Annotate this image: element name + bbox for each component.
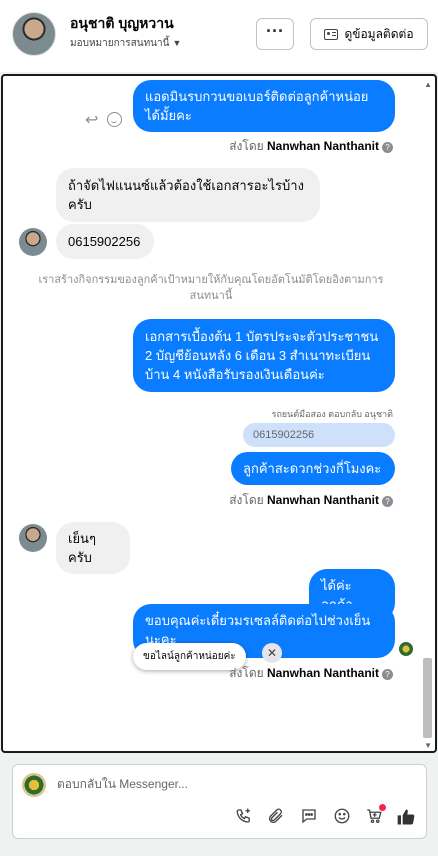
sender-name: Nanwhan Nanthanit (266, 493, 379, 507)
seen-avatar (399, 642, 413, 656)
reply-input[interactable] (57, 777, 397, 791)
system-message: เราสร้างกิจกรรมของลูกค้าเป้าหมายให้กับคุ… (38, 274, 384, 302)
sender-name: Nanwhan Nanthanit (266, 666, 379, 680)
message-incoming[interactable]: ถ้าจัดไฟแนนซ์แล้วต้องใช้เอกสารอะไรบ้างคร… (56, 168, 320, 222)
more-options-button[interactable]: ··· (256, 18, 294, 50)
thumbs-up-icon[interactable] (395, 807, 417, 829)
page-avatar (22, 773, 46, 797)
thread-scrollbar[interactable]: ▲ ▼ (423, 80, 433, 750)
message-incoming[interactable]: 0615902256 (56, 224, 154, 259)
sent-by-label: ส่งโดย Nanwhan Nanthanit? (229, 664, 393, 683)
reply-icon[interactable]: ↩ (85, 110, 98, 130)
help-icon[interactable]: ? (382, 142, 393, 153)
sent-by-prefix: ส่งโดย (229, 139, 264, 153)
phone-plus-icon[interactable] (233, 807, 255, 829)
contact-name[interactable]: อนุชาติ บุญหวาน (70, 13, 174, 35)
contact-card-icon (324, 28, 339, 40)
sender-name: Nanwhan Nanthanit (266, 139, 379, 153)
message-thread[interactable]: ↩ แอดมินรบกวนขอเบอร์ติดต่อลูกค้าหน่อยได้… (1, 74, 437, 753)
conversation-header: อนุชาติ บุญหวาน มอบหมายการสนทนานี้ ▼ ··· … (0, 0, 438, 72)
contact-avatar-small (19, 228, 47, 256)
view-contact-button[interactable]: ดูข้อมูลติดต่อ (310, 18, 428, 50)
view-contact-label: ดูข้อมูลติดต่อ (344, 26, 414, 41)
scrollbar-thumb[interactable] (423, 658, 432, 738)
assign-label: มอบหมายการสนทนานี้ (70, 38, 170, 49)
message-outgoing[interactable]: แอดมินรบกวนขอเบอร์ติดต่อลูกค้าหน่อยได้มั… (133, 80, 395, 132)
help-icon[interactable]: ? (382, 669, 393, 680)
close-icon[interactable]: ✕ (262, 643, 282, 663)
smile-icon[interactable] (331, 807, 353, 829)
reply-composer (12, 764, 427, 839)
message-incoming[interactable]: เย็นๆครับ (56, 522, 130, 574)
sent-by-label: ส่งโดย Nanwhan Nanthanit? (229, 137, 393, 156)
react-icon[interactable] (107, 112, 122, 127)
contact-avatar[interactable] (12, 12, 56, 56)
assign-conversation-dropdown[interactable]: มอบหมายการสนทนานี้ ▼ (70, 36, 181, 51)
quoted-message[interactable]: 0615902256 (243, 423, 395, 447)
sent-by-prefix: ส่งโดย (229, 666, 264, 680)
caret-down-icon: ▼ (172, 38, 182, 48)
sent-by-prefix: ส่งโดย (229, 493, 264, 507)
notification-dot (379, 804, 386, 811)
chat-bubble-icon[interactable] (298, 807, 320, 829)
sent-by-label: ส่งโดย Nanwhan Nanthanit? (229, 491, 393, 510)
scroll-down-arrow-icon[interactable]: ▼ (424, 741, 432, 750)
paperclip-icon[interactable] (265, 807, 287, 829)
message-outgoing[interactable]: ลูกค้าสะดวกช่วงกี่โมงคะ (231, 452, 395, 485)
message-outgoing[interactable]: เอกสารเบื้องต้น 1 บัตรประจะตัวประชาชน 2 … (133, 319, 395, 392)
reply-context-label: รถยนต์มือสอง ตอบกลับ อนุชาติ (271, 409, 393, 419)
contact-avatar-small (19, 524, 47, 552)
scroll-up-arrow-icon[interactable]: ▲ (424, 80, 432, 89)
help-icon[interactable]: ? (382, 496, 393, 507)
